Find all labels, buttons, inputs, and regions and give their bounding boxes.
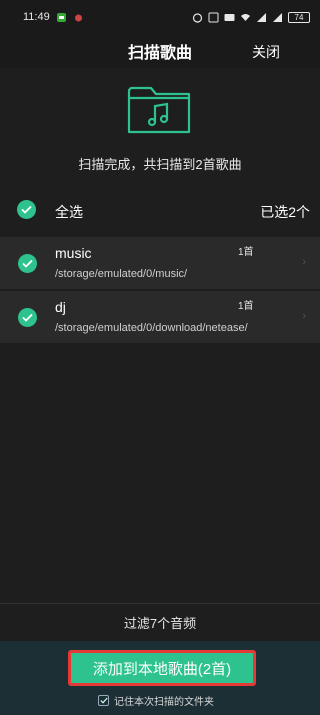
folder-song-count: 1首 xyxy=(238,247,254,258)
remember-folders-option[interactable]: 记住本次扫描的文件夹 xyxy=(98,693,214,708)
signal-icon xyxy=(257,12,266,22)
checkmark-icon xyxy=(22,313,33,322)
battery-icon: 74 xyxy=(288,11,310,23)
chevron-right-icon: › xyxy=(302,256,306,268)
checkmark-icon xyxy=(99,697,108,704)
folder-name: music xyxy=(55,245,92,261)
folder-name: dj xyxy=(55,299,66,315)
bottom-action-area: 添加到本地歌曲(2首) 记住本次扫描的文件夹 xyxy=(0,641,320,715)
folder-checkbox[interactable] xyxy=(18,308,37,327)
nfc-icon xyxy=(208,12,219,22)
status-bar: 11:49 74 xyxy=(0,0,320,34)
folder-path: /storage/emulated/0/download/netease/ xyxy=(55,322,248,334)
select-all-label: 全选 xyxy=(55,204,83,220)
folder-checkbox[interactable] xyxy=(18,254,37,273)
checkmark-icon xyxy=(21,205,32,214)
scan-summary: 扫描完成，共扫描到2首歌曲 xyxy=(0,68,320,176)
music-folder-icon xyxy=(127,86,191,134)
signal-2-icon xyxy=(273,12,282,22)
hd-icon xyxy=(224,13,235,21)
scan-result-text: 扫描完成，共扫描到2首歌曲 xyxy=(78,157,242,172)
filter-audio-button[interactable]: 过滤7个音频 xyxy=(0,603,320,641)
cat-notification-icon xyxy=(74,14,82,21)
remember-label: 记住本次扫描的文件夹 xyxy=(114,697,214,708)
remember-checkbox[interactable] xyxy=(98,695,109,706)
select-all-checkbox[interactable] xyxy=(17,200,36,219)
header: 扫描歌曲 关闭 xyxy=(0,34,320,68)
wifi-icon xyxy=(241,13,250,21)
close-button[interactable]: 关闭 xyxy=(252,42,280,62)
folder-row-music[interactable]: music /storage/emulated/0/music/ 1首 › xyxy=(0,237,320,289)
checkmark-icon xyxy=(22,259,33,268)
selected-count: 已选2个 xyxy=(260,204,310,220)
add-to-local-songs-button[interactable]: 添加到本地歌曲(2首) xyxy=(68,650,256,686)
alarm-icon xyxy=(192,12,203,23)
select-all-row[interactable]: 全选 已选2个 xyxy=(0,190,320,232)
page-title: 扫描歌曲 xyxy=(127,45,192,62)
folder-row-dj[interactable]: dj /storage/emulated/0/download/netease/… xyxy=(0,291,320,343)
folder-path: /storage/emulated/0/music/ xyxy=(55,268,188,280)
folder-song-count: 1首 xyxy=(238,301,254,312)
status-time: 11:49 xyxy=(23,11,50,23)
chevron-right-icon: › xyxy=(302,310,306,322)
app-notification-icon xyxy=(56,12,66,22)
